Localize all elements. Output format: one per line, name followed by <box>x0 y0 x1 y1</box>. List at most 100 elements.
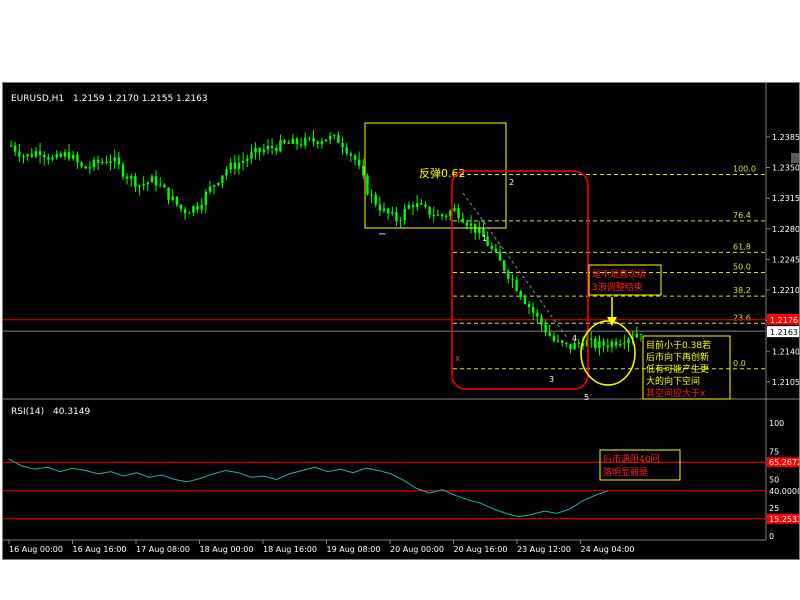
candle-body <box>117 157 121 165</box>
candle-body <box>51 157 54 160</box>
candle-body <box>523 297 527 304</box>
wave-label-4: 4 <box>572 334 577 343</box>
candle-body <box>59 154 62 157</box>
time-tick-label: 16 Aug 00:00 <box>9 545 63 554</box>
candle-body <box>424 204 427 207</box>
candle-body <box>9 145 13 147</box>
candle-body <box>150 176 154 183</box>
candle-body <box>134 176 137 187</box>
candle-body <box>250 152 253 159</box>
rsi-tick-label: 100 <box>769 419 784 428</box>
candle-body <box>548 332 551 336</box>
chart-window[interactable]: EURUSD,H1 1.2159 1.2170 1.2155 1.2163 1.… <box>2 82 800 560</box>
candle-body <box>444 215 448 217</box>
rsi-title: RSI(14) <box>11 407 44 417</box>
wave-label-x: x <box>455 354 461 364</box>
candle-body <box>14 145 17 152</box>
candle-body <box>316 141 319 145</box>
candle-body <box>366 175 369 195</box>
candle-body <box>527 303 531 308</box>
price-tick-label: 1.2350 <box>772 164 799 173</box>
candle-body <box>469 223 473 226</box>
fib-label: 23.6 <box>733 313 751 322</box>
candle-body <box>130 176 133 179</box>
candle-body <box>420 203 423 205</box>
analysis-line-3: 低有可能产生更 <box>646 363 709 375</box>
candle-body <box>320 141 324 145</box>
rsi-value: 40.3149 <box>53 407 90 417</box>
rsi-level-tag-text: 15.2533 <box>769 515 799 524</box>
candle-body <box>295 138 299 145</box>
candle-body <box>246 158 249 161</box>
candle-body <box>598 341 601 348</box>
rsi-tick-label: 40.0000 <box>769 487 799 496</box>
candle-body <box>507 271 510 279</box>
candle-body <box>287 142 290 144</box>
time-tick-label: 19 Aug 08:00 <box>327 545 381 554</box>
candle-body <box>171 196 174 200</box>
time-tick-label: 20 Aug 16:00 <box>454 545 508 554</box>
chart-canvas[interactable]: EURUSD,H1 1.2159 1.2170 1.2155 1.2163 1.… <box>3 83 799 559</box>
rsi-level-tag-text: 65.2672 <box>769 458 799 467</box>
time-tick-label: 17 Aug 08:00 <box>136 545 190 554</box>
candle-body <box>449 210 452 216</box>
time-tick-label: 18 Aug 16:00 <box>263 545 317 554</box>
candle-body <box>502 260 506 272</box>
candle-body <box>217 182 220 186</box>
candle-body <box>200 205 203 210</box>
candle-body <box>304 137 307 146</box>
candle-body <box>353 155 357 160</box>
rsi-note-line-1: 后市遇阻40回 <box>603 453 659 465</box>
candle-body <box>519 290 522 298</box>
wave-label-1: 1 <box>482 234 487 243</box>
candle-body <box>101 162 104 164</box>
candle-body <box>229 162 232 170</box>
candle-body <box>573 342 576 350</box>
rsi-line <box>8 458 609 518</box>
candle-body <box>163 184 166 188</box>
price-tick-label: 1.2280 <box>772 225 799 234</box>
price-tick-label: 1.2315 <box>772 194 799 203</box>
candle-body <box>237 162 241 169</box>
candle-body <box>374 194 377 205</box>
candle-body <box>80 162 83 167</box>
price-axis: 1.2385 1.2350 1.2315 1.2280 1.2245 1.2210 1.21… <box>766 133 799 387</box>
candle-body <box>233 162 237 169</box>
candle-body <box>623 343 626 345</box>
candle-body <box>43 155 46 158</box>
candle-body <box>291 138 295 144</box>
candle-body <box>639 333 643 335</box>
highlight-circle <box>580 320 636 386</box>
question-line-1: 是不是直次级 <box>592 268 646 280</box>
candle-body <box>590 338 593 340</box>
candle-body <box>594 338 597 348</box>
candle-body <box>515 279 518 291</box>
candle-body <box>204 191 208 206</box>
candle-body <box>577 342 580 344</box>
candle-body <box>395 211 398 222</box>
candle-body <box>312 138 315 142</box>
candle-body <box>266 145 270 150</box>
candle-body <box>556 340 560 342</box>
candle-body <box>614 341 618 346</box>
candle-body <box>498 251 502 261</box>
candle-body <box>511 278 514 280</box>
candle-body <box>337 135 340 143</box>
candle-body <box>72 154 75 159</box>
main-title: EURUSD,H1 <box>11 94 64 104</box>
candle-body <box>179 204 183 210</box>
candle-body <box>391 211 394 214</box>
candle-body <box>461 218 464 223</box>
question-line-2: 3浪调整结束 <box>592 281 643 293</box>
wave-box <box>451 170 589 390</box>
candle-body <box>30 154 33 157</box>
candle-body <box>432 215 435 217</box>
wave-dashed-line <box>462 192 569 340</box>
candle-body <box>125 176 129 179</box>
candle-body <box>544 324 547 333</box>
rsi-tick-label: 50 <box>769 476 779 485</box>
fib-label: 100.0 <box>733 165 756 174</box>
candle-body <box>34 151 38 157</box>
resize-grip[interactable] <box>791 153 799 163</box>
price-tick-label: 1.2105 <box>772 378 799 387</box>
